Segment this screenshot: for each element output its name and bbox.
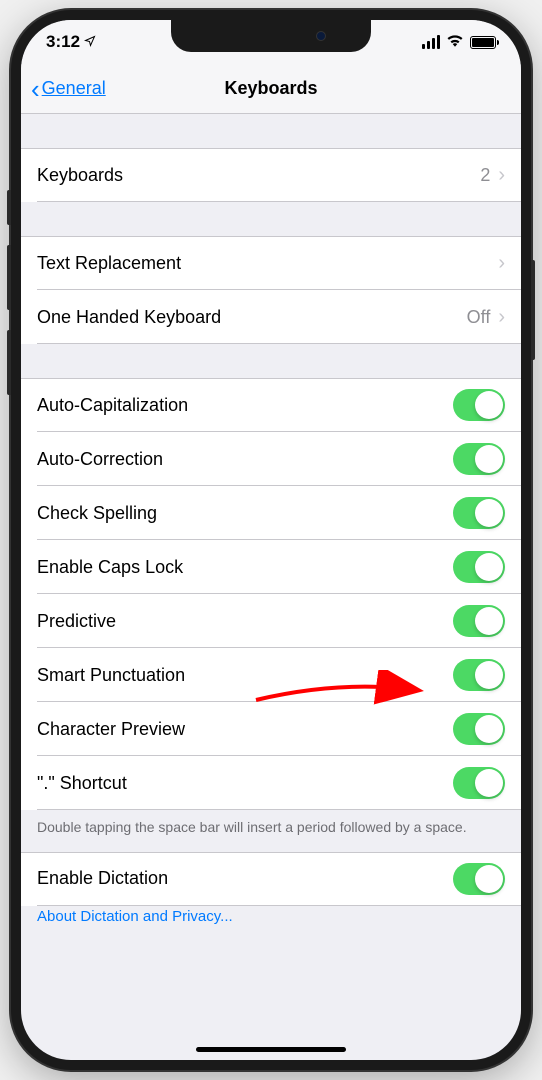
cell-label: Smart Punctuation [37,665,185,686]
chevron-right-icon: › [498,252,505,275]
one-handed-value: Off [467,307,491,328]
notch [171,20,371,52]
check-spelling-toggle[interactable] [453,497,505,529]
character-preview-row: Character Preview [21,702,521,756]
cell-label: Character Preview [37,719,185,740]
period-shortcut-toggle[interactable] [453,767,505,799]
cell-label: "." Shortcut [37,773,127,794]
page-title: Keyboards [224,78,317,99]
home-indicator[interactable] [196,1047,346,1052]
settings-content[interactable]: Keyboards 2 › Text Replacement › One Han… [21,114,521,1060]
shortcut-footer-text: Double tapping the space bar will insert… [21,810,521,852]
cell-label: Auto-Correction [37,449,163,470]
status-time: 3:12 [46,32,80,52]
period-shortcut-row: "." Shortcut [21,756,521,810]
enable-dictation-toggle[interactable] [453,863,505,895]
cell-label: Check Spelling [37,503,157,524]
wifi-icon [446,33,464,52]
character-preview-toggle[interactable] [453,713,505,745]
phone-frame: 3:12 ‹ General K [11,10,531,1070]
keyboards-count: 2 [480,165,490,186]
battery-icon [470,36,496,49]
navigation-bar: ‹ General Keyboards [21,64,521,114]
enable-dictation-row: Enable Dictation [21,852,521,906]
smart-punctuation-row: Smart Punctuation [21,648,521,702]
smart-punctuation-toggle[interactable] [453,659,505,691]
predictive-toggle[interactable] [453,605,505,637]
predictive-row: Predictive [21,594,521,648]
cell-label: Enable Caps Lock [37,557,183,578]
cell-label: Text Replacement [37,253,181,274]
cell-label: Keyboards [37,165,123,186]
cell-label: Auto-Capitalization [37,395,188,416]
cell-label: Predictive [37,611,116,632]
auto-capitalization-row: Auto-Capitalization [21,378,521,432]
screen: 3:12 ‹ General K [21,20,521,1060]
chevron-left-icon: ‹ [31,76,40,102]
check-spelling-row: Check Spelling [21,486,521,540]
keyboards-row[interactable]: Keyboards 2 › [21,148,521,202]
location-icon [84,35,96,50]
enable-caps-lock-toggle[interactable] [453,551,505,583]
text-replacement-row[interactable]: Text Replacement › [21,236,521,290]
cell-label: One Handed Keyboard [37,307,221,328]
cellular-signal-icon [422,35,440,49]
chevron-right-icon: › [498,306,505,329]
one-handed-keyboard-row[interactable]: One Handed Keyboard Off › [21,290,521,344]
auto-capitalization-toggle[interactable] [453,389,505,421]
back-button[interactable]: ‹ General [31,76,106,102]
cell-label: Enable Dictation [37,868,168,889]
back-label: General [42,78,106,99]
auto-correction-row: Auto-Correction [21,432,521,486]
chevron-right-icon: › [498,164,505,187]
enable-caps-lock-row: Enable Caps Lock [21,540,521,594]
dictation-privacy-link[interactable]: About Dictation and Privacy... [21,906,521,927]
auto-correction-toggle[interactable] [453,443,505,475]
